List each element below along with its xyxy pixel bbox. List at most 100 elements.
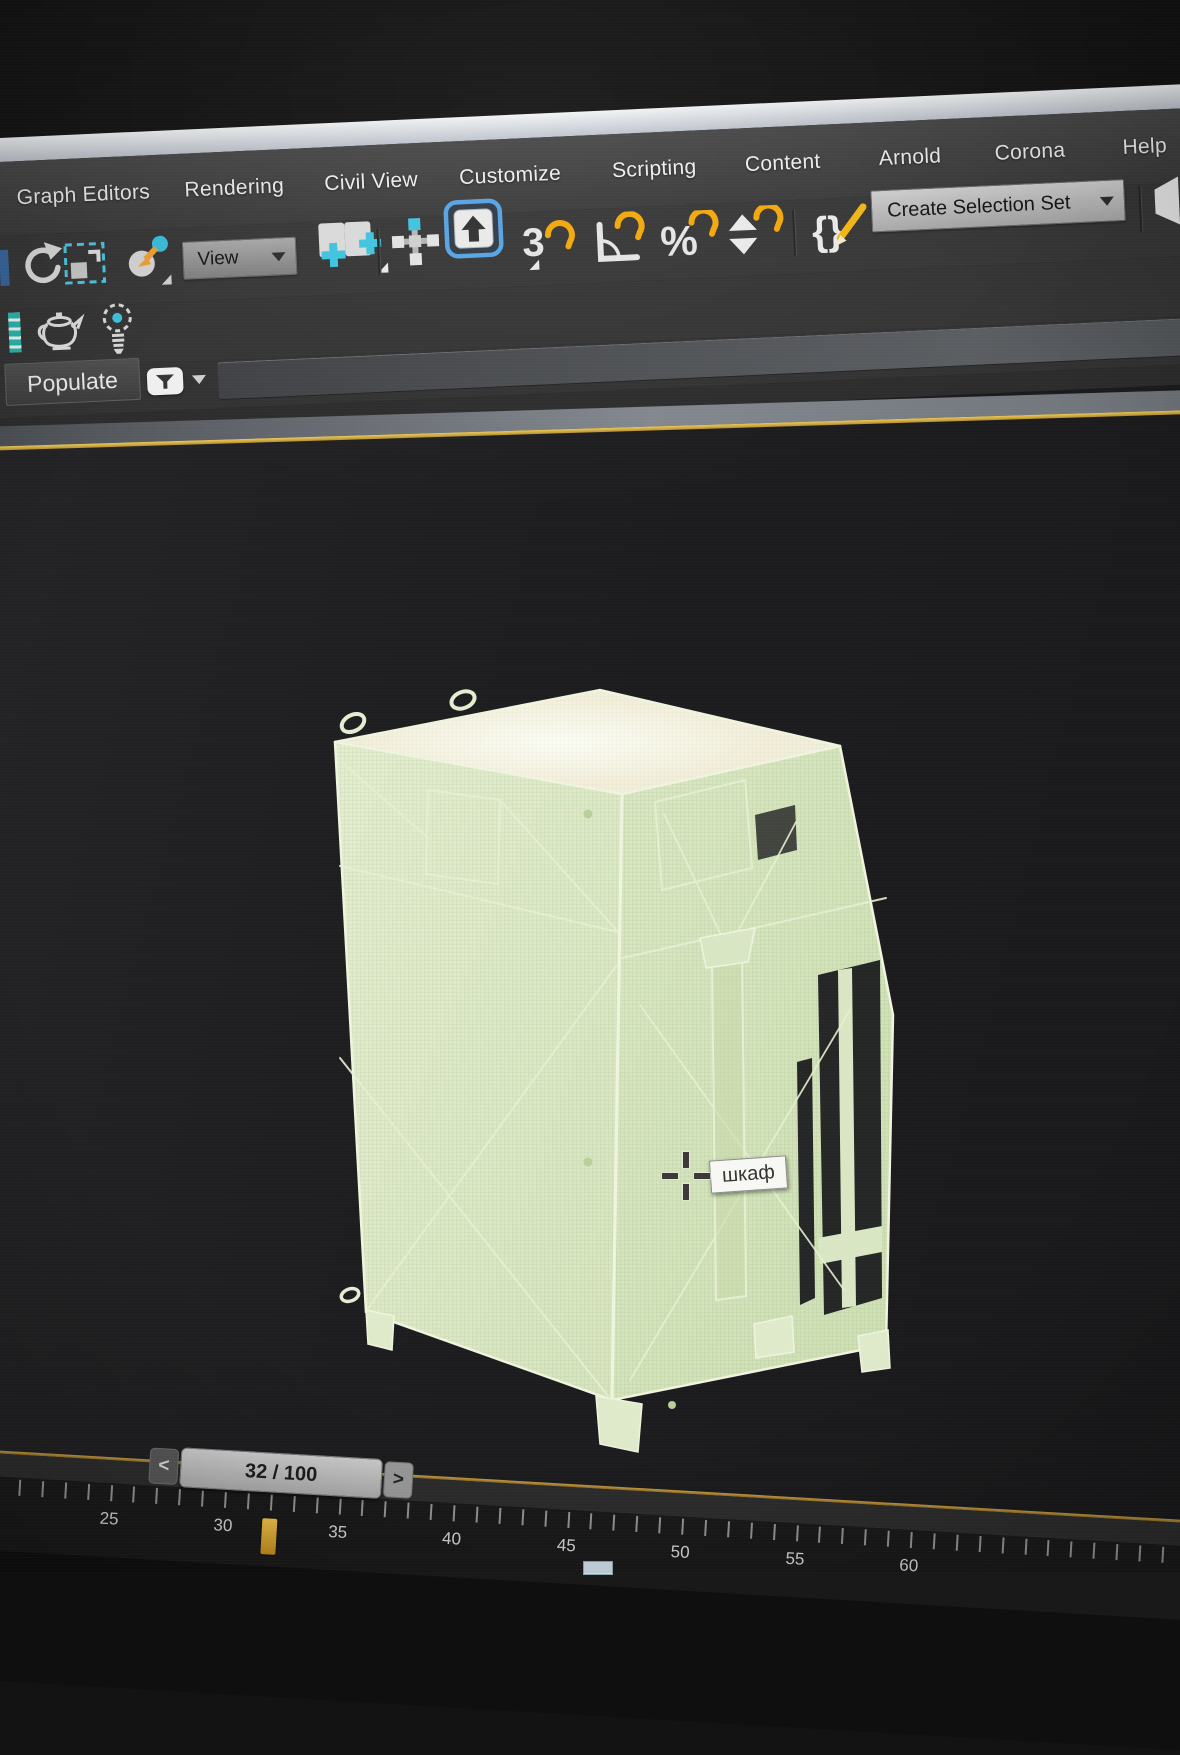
percent-snap-toggle-icon[interactable]: %	[659, 209, 725, 268]
reference-coordinate-dropdown[interactable]: View	[181, 236, 298, 280]
ruler-tick	[635, 1515, 639, 1533]
ruler-tick	[498, 1507, 502, 1524]
ruler-tick	[201, 1490, 205, 1507]
redo-icon[interactable]	[17, 239, 65, 293]
ruler-tick	[1024, 1538, 1028, 1555]
ruler-tick	[246, 1493, 250, 1510]
ruler-tick	[772, 1523, 776, 1541]
ruler-tick	[406, 1502, 410, 1519]
ruler-tick	[18, 1479, 22, 1496]
ruler-tick	[1138, 1545, 1142, 1562]
ruler-tick	[1046, 1540, 1050, 1557]
application-chrome: Graph Editors Rendering Civil View Custo…	[0, 79, 1180, 440]
ruler-tick	[521, 1509, 525, 1526]
menu-arnold[interactable]: Arnold	[877, 119, 943, 196]
spinner-snap-toggle-icon[interactable]	[724, 204, 788, 263]
ruler-tick	[178, 1489, 182, 1506]
ruler-tick	[566, 1511, 570, 1529]
ruler-tick	[452, 1505, 456, 1522]
ruler-tick	[589, 1513, 593, 1530]
ruler-tick	[932, 1533, 936, 1550]
populate-tab[interactable]: Populate	[4, 357, 141, 406]
create-selection-set-label: Create Selection Set	[886, 190, 1071, 222]
ruler-tick	[132, 1486, 136, 1503]
add-page-icon-b[interactable]	[340, 218, 390, 276]
ruler-tick	[658, 1517, 662, 1534]
partial-toolbar-icon[interactable]	[0, 249, 10, 287]
crosshair-cursor-icon	[662, 1152, 710, 1200]
ruler-tick	[612, 1514, 616, 1531]
ruler-tick	[704, 1519, 707, 1537]
ruler-label: 25	[99, 1508, 120, 1529]
chevron-down-icon	[1099, 195, 1115, 206]
angle-snap-toggle-icon[interactable]	[587, 210, 653, 270]
ruler-tick	[681, 1518, 685, 1535]
ruler-tick	[909, 1531, 913, 1549]
rectangular-selection-icon[interactable]	[62, 237, 110, 291]
ruler-label: 55	[784, 1548, 805, 1569]
select-and-manipulate-icon[interactable]	[123, 232, 173, 288]
ruler-tick	[1069, 1541, 1073, 1558]
ruler-tick	[383, 1501, 387, 1518]
menu-content[interactable]: Content	[743, 125, 822, 202]
menu-scripting[interactable]: Scripting	[610, 130, 698, 208]
object-tooltip: шкаф	[708, 1155, 788, 1194]
ruler-tick	[223, 1491, 227, 1508]
menu-help[interactable]: Help	[1121, 109, 1169, 185]
render-teapot-icon[interactable]	[35, 306, 87, 354]
ruler-tick	[361, 1499, 365, 1516]
ruler-tick	[886, 1530, 890, 1547]
ruler-tick	[86, 1483, 90, 1500]
ruler-label: 30	[212, 1515, 233, 1536]
ruler-label: 50	[670, 1542, 691, 1563]
ruler-tick	[315, 1497, 319, 1514]
ruler-tick	[475, 1506, 479, 1523]
ruler-tick	[841, 1527, 845, 1545]
ruler-tick	[864, 1529, 867, 1546]
ruler-tick	[292, 1495, 296, 1512]
ruler-tick	[978, 1536, 982, 1553]
ruler-tick	[544, 1510, 547, 1527]
ruler-tick	[749, 1522, 753, 1539]
menu-civil-view[interactable]: Civil View	[323, 143, 420, 221]
ruler-tick	[155, 1487, 159, 1504]
menu-graph-editors[interactable]: Graph Editors	[15, 155, 152, 235]
previous-frame-button[interactable]: <	[148, 1447, 180, 1486]
filter-funnel-button[interactable]	[146, 366, 184, 396]
ruler-tick	[1001, 1537, 1005, 1554]
ruler-label: 60	[898, 1555, 919, 1576]
ruler-tick	[818, 1526, 822, 1543]
dropdown-arrow-icon[interactable]	[191, 374, 207, 385]
funnel-icon	[155, 373, 174, 389]
default-lights-bulb-icon[interactable]	[96, 300, 138, 356]
ruler-tick	[1115, 1544, 1119, 1561]
partial-teal-icon[interactable]	[7, 312, 22, 353]
ruler-tick	[1092, 1542, 1096, 1559]
photo-of-3d-app-screen: { "menubar": { "items": [ {"label": "Gra…	[0, 0, 1180, 1755]
ruler-label: 45	[556, 1535, 577, 1556]
ruler-label: 40	[441, 1528, 462, 1549]
ruler-tick	[795, 1525, 799, 1542]
current-frame-marker[interactable]	[260, 1518, 278, 1555]
edit-named-selection-sets-icon[interactable]: {}	[809, 199, 871, 258]
snap-3d-toggle-icon[interactable]: 3	[519, 212, 584, 273]
ruler-tick	[63, 1482, 67, 1499]
ruler-tick	[726, 1521, 730, 1538]
ruler-tick	[1161, 1546, 1165, 1563]
ruler-tick	[109, 1485, 113, 1502]
keyboard-override-toggle-icon[interactable]	[442, 197, 505, 260]
ruler-tick	[41, 1481, 45, 1498]
ruler-tick	[338, 1498, 342, 1515]
menu-corona[interactable]: Corona	[993, 114, 1067, 191]
svg-text:{}: {}	[811, 209, 844, 254]
mirror-icon-partial[interactable]	[1152, 174, 1180, 227]
reference-coordinate-value: View	[197, 247, 239, 271]
chevron-down-icon	[271, 251, 286, 262]
menu-rendering[interactable]: Rendering	[183, 149, 286, 227]
svg-text:3: 3	[521, 220, 545, 265]
ruler-tick	[269, 1494, 273, 1511]
snaps-cross-icon[interactable]	[390, 216, 440, 268]
ruler-tick	[955, 1534, 959, 1551]
next-frame-button[interactable]: >	[382, 1461, 414, 1499]
wireframe-cabinet-model[interactable]	[300, 650, 940, 1470]
